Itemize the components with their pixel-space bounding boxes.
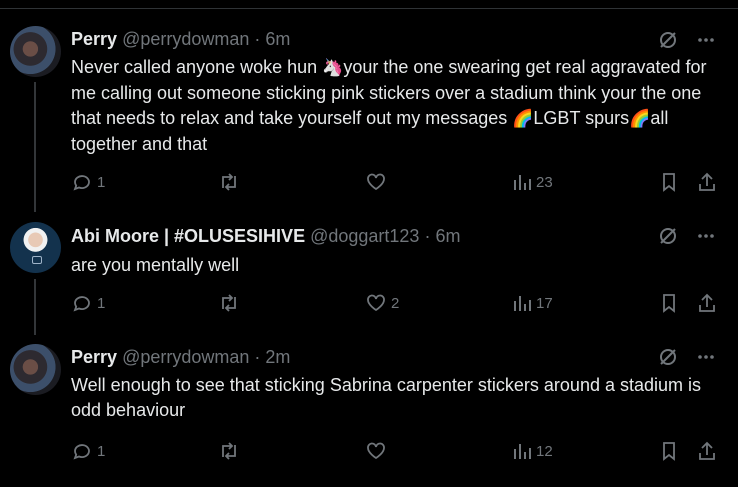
views-count: 23 [536,173,553,191]
rainbow-emoji: 🌈 [629,109,651,129]
like-button[interactable] [365,171,391,193]
separator-dot: · [254,29,261,49]
top-divider [0,8,738,9]
timestamp[interactable]: 6m [265,29,290,49]
text-segment: Never called anyone woke hun [71,57,323,77]
tweet-actions: 1 23 [71,171,721,195]
views-button[interactable]: 12 [512,440,553,462]
reply-count: 1 [97,442,106,460]
share-icon [699,172,715,191]
user-handle[interactable]: @doggart123 [310,226,419,246]
reply-icon [73,175,90,191]
grok-icon[interactable] [658,226,678,246]
reply-count: 1 [97,173,106,191]
unicorn-emoji: 🦄 [322,58,344,78]
tweet-actions: 1 12 [71,440,721,464]
repost-button[interactable] [217,440,245,462]
repost-icon [222,294,236,312]
display-name[interactable]: Perry [71,29,117,49]
tweet-header: Abi Moore | #OLUSESIHIVE @doggart123 · 6… [71,225,461,247]
rainbow-emoji: 🌈 [512,109,534,129]
views-icon [514,444,531,459]
grok-icon[interactable] [658,347,678,367]
avatar[interactable] [10,344,61,395]
like-icon [367,294,385,312]
bookmark-icon [663,173,675,192]
tweet-header: Perry @perrydowman · 6m [71,28,290,50]
reply-button[interactable]: 1 [71,292,105,314]
separator-dot: · [254,347,261,367]
share-icon [699,441,715,460]
grok-icon[interactable] [658,30,678,50]
reply-button[interactable]: 1 [71,171,105,193]
share-button[interactable] [696,171,718,193]
bookmark-button[interactable] [659,292,679,314]
repost-icon [222,442,236,460]
tweet-header: Perry @perrydowman · 2m [71,346,290,368]
views-count: 12 [536,442,553,460]
more-icon[interactable] [696,347,716,367]
reply-button[interactable]: 1 [71,440,105,462]
more-icon[interactable] [696,226,716,246]
tweet-text: Never called anyone woke hun 🦄your the o… [71,55,721,157]
like-button[interactable] [365,440,391,462]
thread-connector [34,82,36,212]
bookmark-icon [663,442,675,461]
repost-button[interactable] [217,292,245,314]
avatar[interactable] [10,26,61,77]
tweet-text: Well enough to see that sticking Sabrina… [71,375,701,420]
avatar[interactable] [10,222,61,273]
views-count: 17 [536,294,553,312]
more-icon[interactable] [696,30,716,50]
repost-button[interactable] [217,171,245,193]
timestamp[interactable]: 2m [265,347,290,367]
display-name[interactable]: Abi Moore | #OLUSESIHIVE [71,226,305,246]
user-handle[interactable]: @perrydowman [122,29,249,49]
tweet-actions: 1 2 17 [71,292,721,316]
like-icon [367,173,385,191]
views-icon [514,175,531,190]
views-icon [514,296,531,311]
bookmark-button[interactable] [659,171,679,193]
like-button[interactable]: 2 [365,292,399,314]
user-handle[interactable]: @perrydowman [122,347,249,367]
share-button[interactable] [696,292,718,314]
share-icon [699,293,715,312]
timestamp[interactable]: 6m [435,226,460,246]
reply-count: 1 [97,294,106,312]
tweet-text: are you mentally well [71,255,240,275]
share-button[interactable] [696,440,718,462]
text-segment: LGBT spurs [533,108,630,128]
display-name[interactable]: Perry [71,347,117,367]
separator-dot: · [424,226,431,246]
reply-icon [73,296,90,312]
bookmark-icon [663,294,675,313]
like-count: 2 [391,294,400,312]
bookmark-button[interactable] [659,440,679,462]
repost-icon [222,173,236,191]
thread-connector [34,279,36,335]
views-button[interactable]: 17 [512,292,553,314]
reply-icon [73,444,90,460]
like-icon [367,442,385,460]
views-button[interactable]: 23 [512,171,553,193]
